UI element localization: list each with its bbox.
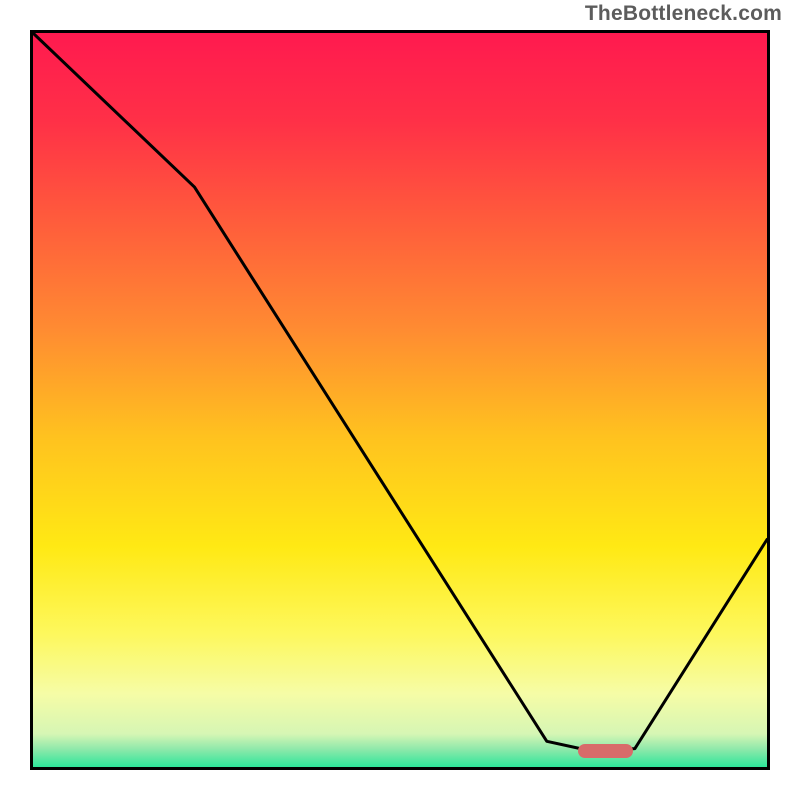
curve-line — [33, 33, 767, 767]
plot-frame — [30, 30, 770, 770]
optimal-range-marker — [578, 744, 634, 758]
attribution-text: TheBottleneck.com — [585, 2, 782, 26]
